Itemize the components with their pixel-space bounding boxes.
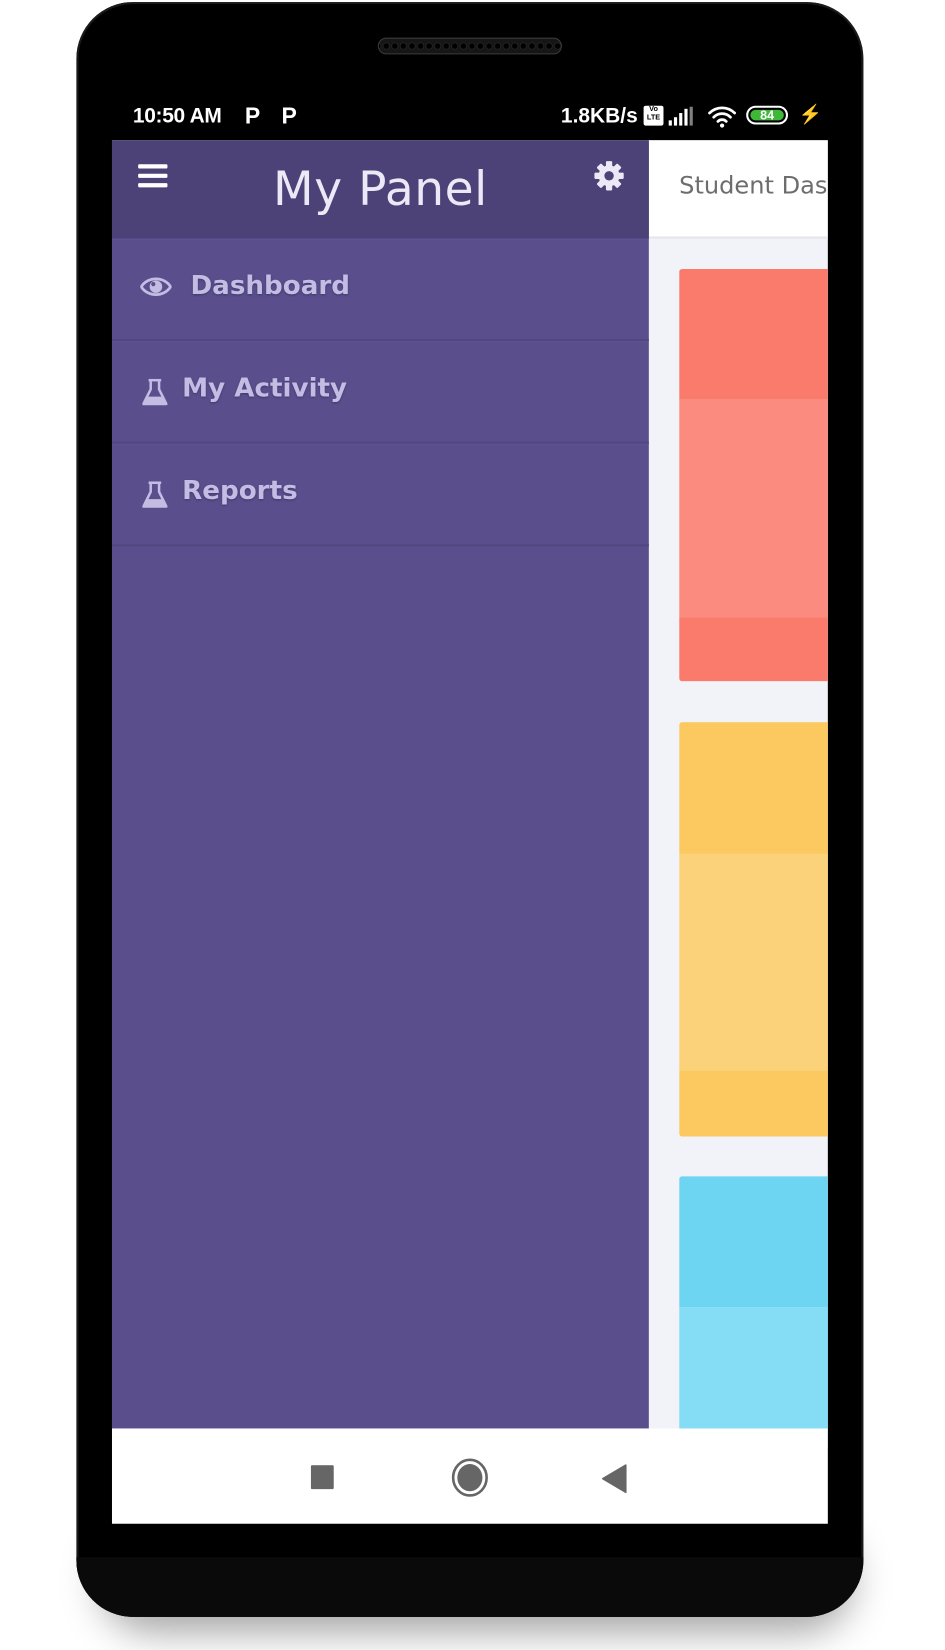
sidebar-item-my-activity[interactable]: My Activity [111,341,649,444]
card-body [679,1307,828,1449]
drawer-header: My Panel [111,140,649,239]
device-mockup: 10:50 AM P P 1.8KB/s Vo LTE 84 ⚡ Student … [0,0,945,1650]
card-header [679,722,828,854]
card-header [679,1176,828,1308]
status-time: 10:50 AM [132,104,222,128]
main-header: Student Dashboard [648,140,828,239]
sidebar-item-label: My Activity [182,372,348,403]
card-body [679,853,828,1071]
signal-icon [668,106,698,126]
flask-icon [142,481,168,508]
gear-icon[interactable] [593,160,624,191]
blue-card[interactable] [679,1176,828,1449]
main-content: Student Dashboard [648,140,828,1449]
eye-icon [140,277,172,296]
card-header [679,268,828,400]
circle-icon[interactable] [451,1458,489,1498]
square-icon[interactable] [310,1465,334,1490]
flask-icon [142,378,168,406]
sidebar-item-reports[interactable]: Reports [111,443,649,547]
red-card[interactable] [679,268,828,682]
speaker-grille [377,37,562,55]
battery-level: 84 [750,109,784,121]
sidebar-item-dashboard[interactable]: Dashboard [111,238,649,342]
battery-icon: 84 [746,105,789,125]
navigation-drawer: My Panel Dashboard My Activity Reports [111,140,649,1429]
card-footer [679,1070,828,1137]
yellow-card[interactable] [679,722,828,1137]
sidebar-item-label: Dashboard [190,269,351,301]
page-title: Student Dashboard [679,172,828,200]
system-navigation-bar [111,1428,828,1524]
parking-notification-icon: P [281,102,297,129]
charging-icon: ⚡ [798,103,822,125]
drawer-title: My Panel [273,161,488,217]
network-speed: 1.8KB/s [560,104,638,128]
app-screen: Student Dashboard M [111,140,828,1524]
phone-chin [76,1557,864,1617]
parking-notification-icon: P [244,102,261,129]
wifi-icon [708,106,737,128]
triangle-back-icon[interactable] [601,1464,627,1494]
sidebar-item-label: Reports [182,475,298,506]
volte-icon: Vo LTE [643,105,664,126]
card-body [679,399,828,618]
card-footer [679,617,828,682]
status-bar: 10:50 AM P P 1.8KB/s Vo LTE 84 ⚡ [112,94,828,140]
